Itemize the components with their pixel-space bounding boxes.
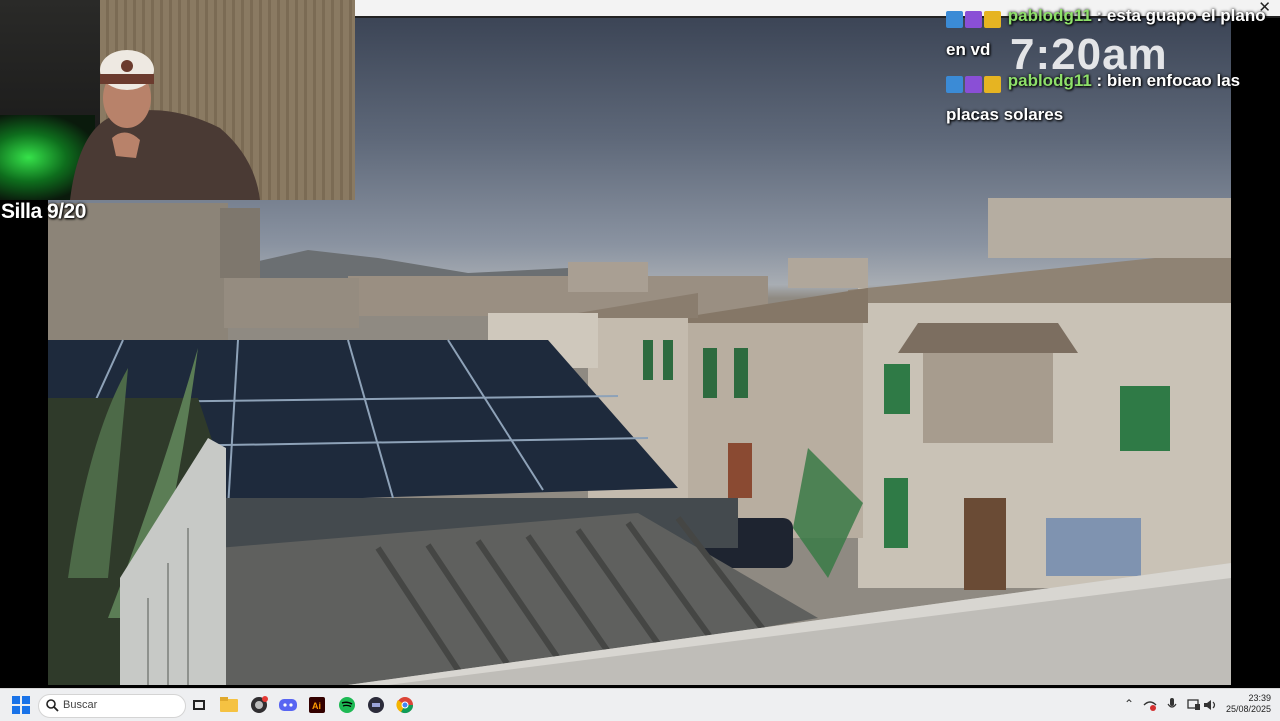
search-box[interactable]: Buscar: [38, 694, 186, 718]
search-placeholder: Buscar: [63, 699, 98, 711]
crown-badge-icon: [984, 76, 1001, 94]
svg-text:Ai: Ai: [312, 701, 321, 711]
bits-badge-icon: [965, 11, 982, 29]
chrome-icon[interactable]: [393, 693, 417, 717]
webcam-feed: [0, 0, 355, 200]
illustrator-icon[interactable]: Ai: [305, 693, 329, 717]
display-icon[interactable]: [1187, 699, 1201, 711]
sub-badge-icon: [946, 11, 963, 29]
network-icon[interactable]: [1143, 699, 1157, 711]
chat-badges: [946, 3, 1003, 34]
chat-separator: :: [1091, 71, 1107, 90]
chat-badges: [946, 68, 1003, 99]
microphone-icon[interactable]: [1167, 698, 1177, 712]
spotify-icon[interactable]: [335, 693, 359, 717]
clock-date: 25/08/2025: [1225, 704, 1271, 714]
chat-message: pablodg11 : esta guapo el plano en vd: [946, 0, 1276, 65]
bits-badge-icon: [965, 76, 982, 94]
chat-username: pablodg11: [1007, 71, 1092, 90]
crown-badge-icon: [984, 11, 1001, 29]
taskbar: Buscar Ai ⌃ 23:39 25/08/2025: [0, 688, 1280, 721]
task-view-icon[interactable]: [187, 693, 211, 717]
discord-icon[interactable]: [276, 693, 300, 717]
chat-overlay: pablodg11 : esta guapo el plano en vd pa…: [946, 0, 1276, 130]
search-icon: [46, 699, 59, 712]
volume-icon[interactable]: [1203, 699, 1217, 711]
streamer-figure: [70, 50, 260, 200]
chat-username: pablodg11: [1007, 6, 1092, 25]
obs-icon[interactable]: [247, 693, 271, 717]
chat-separator: :: [1091, 6, 1107, 25]
start-icon[interactable]: [9, 693, 33, 717]
clock[interactable]: 23:39 25/08/2025: [1226, 693, 1271, 715]
sub-badge-icon: [946, 76, 963, 94]
silla-counter: Silla 9/20: [1, 200, 86, 223]
file-explorer-icon[interactable]: [217, 693, 241, 717]
clock-time: 23:39: [1248, 693, 1271, 703]
chevron-up-icon[interactable]: ⌃: [1124, 697, 1134, 711]
app-icon[interactable]: [364, 693, 388, 717]
chat-message: pablodg11 : bien enfocao las placas sola…: [946, 65, 1276, 130]
